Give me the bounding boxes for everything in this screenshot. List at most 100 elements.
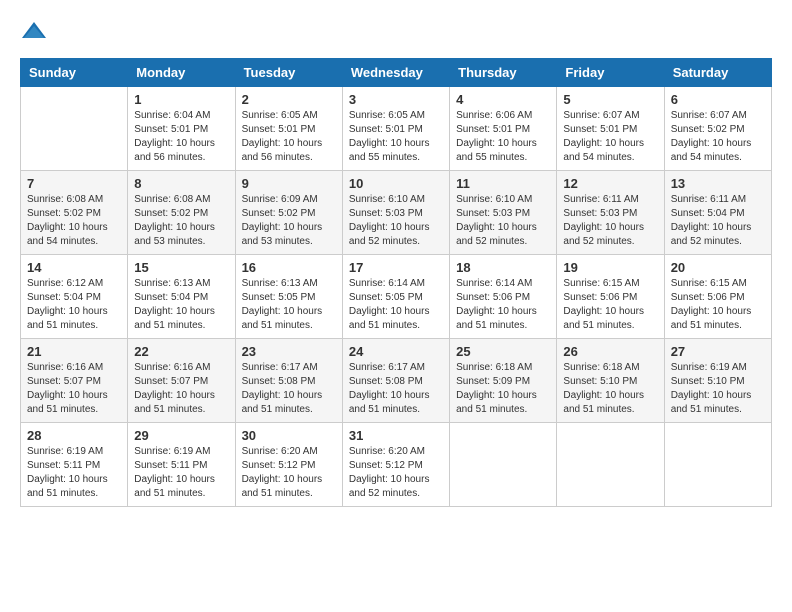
- calendar-cell: 25 Sunrise: 6:18 AM Sunset: 5:09 PM Dayl…: [450, 339, 557, 423]
- day-number: 21: [27, 344, 121, 359]
- day-info: Sunrise: 6:08 AM Sunset: 5:02 PM Dayligh…: [134, 193, 228, 249]
- day-header-thursday: Thursday: [450, 59, 557, 87]
- calendar-cell: 12 Sunrise: 6:11 AM Sunset: 5:03 PM Dayl…: [557, 171, 664, 255]
- day-number: 23: [242, 344, 336, 359]
- day-number: 28: [27, 428, 121, 443]
- calendar-cell: 20 Sunrise: 6:15 AM Sunset: 5:06 PM Dayl…: [664, 255, 771, 339]
- day-number: 3: [349, 92, 443, 107]
- day-header-monday: Monday: [128, 59, 235, 87]
- calendar-cell: [664, 423, 771, 507]
- calendar-cell: 9 Sunrise: 6:09 AM Sunset: 5:02 PM Dayli…: [235, 171, 342, 255]
- day-info: Sunrise: 6:17 AM Sunset: 5:08 PM Dayligh…: [242, 361, 336, 417]
- day-info: Sunrise: 6:13 AM Sunset: 5:04 PM Dayligh…: [134, 277, 228, 333]
- day-info: Sunrise: 6:12 AM Sunset: 5:04 PM Dayligh…: [27, 277, 121, 333]
- day-number: 10: [349, 176, 443, 191]
- day-number: 13: [671, 176, 765, 191]
- day-number: 30: [242, 428, 336, 443]
- day-number: 9: [242, 176, 336, 191]
- calendar-cell: [21, 87, 128, 171]
- day-header-friday: Friday: [557, 59, 664, 87]
- day-info: Sunrise: 6:04 AM Sunset: 5:01 PM Dayligh…: [134, 109, 228, 165]
- day-info: Sunrise: 6:19 AM Sunset: 5:11 PM Dayligh…: [27, 445, 121, 501]
- calendar-cell: 29 Sunrise: 6:19 AM Sunset: 5:11 PM Dayl…: [128, 423, 235, 507]
- day-info: Sunrise: 6:07 AM Sunset: 5:01 PM Dayligh…: [563, 109, 657, 165]
- calendar-header-row: SundayMondayTuesdayWednesdayThursdayFrid…: [21, 59, 772, 87]
- calendar-cell: 4 Sunrise: 6:06 AM Sunset: 5:01 PM Dayli…: [450, 87, 557, 171]
- calendar-cell: 24 Sunrise: 6:17 AM Sunset: 5:08 PM Dayl…: [342, 339, 449, 423]
- day-number: 25: [456, 344, 550, 359]
- day-info: Sunrise: 6:11 AM Sunset: 5:04 PM Dayligh…: [671, 193, 765, 249]
- day-info: Sunrise: 6:16 AM Sunset: 5:07 PM Dayligh…: [134, 361, 228, 417]
- day-info: Sunrise: 6:07 AM Sunset: 5:02 PM Dayligh…: [671, 109, 765, 165]
- day-info: Sunrise: 6:18 AM Sunset: 5:09 PM Dayligh…: [456, 361, 550, 417]
- day-number: 15: [134, 260, 228, 275]
- day-info: Sunrise: 6:05 AM Sunset: 5:01 PM Dayligh…: [242, 109, 336, 165]
- day-info: Sunrise: 6:17 AM Sunset: 5:08 PM Dayligh…: [349, 361, 443, 417]
- calendar-cell: 18 Sunrise: 6:14 AM Sunset: 5:06 PM Dayl…: [450, 255, 557, 339]
- calendar-cell: 28 Sunrise: 6:19 AM Sunset: 5:11 PM Dayl…: [21, 423, 128, 507]
- calendar-cell: [557, 423, 664, 507]
- calendar-cell: 5 Sunrise: 6:07 AM Sunset: 5:01 PM Dayli…: [557, 87, 664, 171]
- day-header-saturday: Saturday: [664, 59, 771, 87]
- day-number: 7: [27, 176, 121, 191]
- day-number: 4: [456, 92, 550, 107]
- day-info: Sunrise: 6:10 AM Sunset: 5:03 PM Dayligh…: [456, 193, 550, 249]
- calendar-week-2: 7 Sunrise: 6:08 AM Sunset: 5:02 PM Dayli…: [21, 171, 772, 255]
- day-number: 29: [134, 428, 228, 443]
- logo: [20, 20, 52, 42]
- day-number: 12: [563, 176, 657, 191]
- calendar-cell: 8 Sunrise: 6:08 AM Sunset: 5:02 PM Dayli…: [128, 171, 235, 255]
- day-header-wednesday: Wednesday: [342, 59, 449, 87]
- day-number: 18: [456, 260, 550, 275]
- day-number: 5: [563, 92, 657, 107]
- day-number: 1: [134, 92, 228, 107]
- day-info: Sunrise: 6:15 AM Sunset: 5:06 PM Dayligh…: [671, 277, 765, 333]
- day-number: 2: [242, 92, 336, 107]
- calendar-cell: [450, 423, 557, 507]
- day-number: 6: [671, 92, 765, 107]
- day-number: 31: [349, 428, 443, 443]
- day-number: 27: [671, 344, 765, 359]
- calendar-cell: 1 Sunrise: 6:04 AM Sunset: 5:01 PM Dayli…: [128, 87, 235, 171]
- day-info: Sunrise: 6:06 AM Sunset: 5:01 PM Dayligh…: [456, 109, 550, 165]
- calendar-cell: 26 Sunrise: 6:18 AM Sunset: 5:10 PM Dayl…: [557, 339, 664, 423]
- day-number: 11: [456, 176, 550, 191]
- calendar-week-4: 21 Sunrise: 6:16 AM Sunset: 5:07 PM Dayl…: [21, 339, 772, 423]
- day-info: Sunrise: 6:20 AM Sunset: 5:12 PM Dayligh…: [349, 445, 443, 501]
- logo-icon: [20, 20, 48, 42]
- day-info: Sunrise: 6:18 AM Sunset: 5:10 PM Dayligh…: [563, 361, 657, 417]
- calendar-table: SundayMondayTuesdayWednesdayThursdayFrid…: [20, 58, 772, 507]
- day-number: 19: [563, 260, 657, 275]
- day-number: 17: [349, 260, 443, 275]
- calendar-cell: 7 Sunrise: 6:08 AM Sunset: 5:02 PM Dayli…: [21, 171, 128, 255]
- day-number: 22: [134, 344, 228, 359]
- calendar-cell: 10 Sunrise: 6:10 AM Sunset: 5:03 PM Dayl…: [342, 171, 449, 255]
- calendar-cell: 6 Sunrise: 6:07 AM Sunset: 5:02 PM Dayli…: [664, 87, 771, 171]
- day-info: Sunrise: 6:14 AM Sunset: 5:06 PM Dayligh…: [456, 277, 550, 333]
- day-header-sunday: Sunday: [21, 59, 128, 87]
- calendar-week-1: 1 Sunrise: 6:04 AM Sunset: 5:01 PM Dayli…: [21, 87, 772, 171]
- day-number: 8: [134, 176, 228, 191]
- calendar-cell: 23 Sunrise: 6:17 AM Sunset: 5:08 PM Dayl…: [235, 339, 342, 423]
- day-info: Sunrise: 6:14 AM Sunset: 5:05 PM Dayligh…: [349, 277, 443, 333]
- day-info: Sunrise: 6:16 AM Sunset: 5:07 PM Dayligh…: [27, 361, 121, 417]
- day-number: 20: [671, 260, 765, 275]
- calendar-cell: 31 Sunrise: 6:20 AM Sunset: 5:12 PM Dayl…: [342, 423, 449, 507]
- day-header-tuesday: Tuesday: [235, 59, 342, 87]
- day-number: 24: [349, 344, 443, 359]
- day-info: Sunrise: 6:19 AM Sunset: 5:10 PM Dayligh…: [671, 361, 765, 417]
- calendar-cell: 15 Sunrise: 6:13 AM Sunset: 5:04 PM Dayl…: [128, 255, 235, 339]
- calendar-cell: 13 Sunrise: 6:11 AM Sunset: 5:04 PM Dayl…: [664, 171, 771, 255]
- calendar-cell: 2 Sunrise: 6:05 AM Sunset: 5:01 PM Dayli…: [235, 87, 342, 171]
- day-number: 26: [563, 344, 657, 359]
- calendar-cell: 14 Sunrise: 6:12 AM Sunset: 5:04 PM Dayl…: [21, 255, 128, 339]
- calendar-cell: 27 Sunrise: 6:19 AM Sunset: 5:10 PM Dayl…: [664, 339, 771, 423]
- day-info: Sunrise: 6:09 AM Sunset: 5:02 PM Dayligh…: [242, 193, 336, 249]
- calendar-cell: 17 Sunrise: 6:14 AM Sunset: 5:05 PM Dayl…: [342, 255, 449, 339]
- day-info: Sunrise: 6:20 AM Sunset: 5:12 PM Dayligh…: [242, 445, 336, 501]
- calendar-cell: 21 Sunrise: 6:16 AM Sunset: 5:07 PM Dayl…: [21, 339, 128, 423]
- day-info: Sunrise: 6:15 AM Sunset: 5:06 PM Dayligh…: [563, 277, 657, 333]
- calendar-cell: 3 Sunrise: 6:05 AM Sunset: 5:01 PM Dayli…: [342, 87, 449, 171]
- calendar-week-5: 28 Sunrise: 6:19 AM Sunset: 5:11 PM Dayl…: [21, 423, 772, 507]
- day-info: Sunrise: 6:13 AM Sunset: 5:05 PM Dayligh…: [242, 277, 336, 333]
